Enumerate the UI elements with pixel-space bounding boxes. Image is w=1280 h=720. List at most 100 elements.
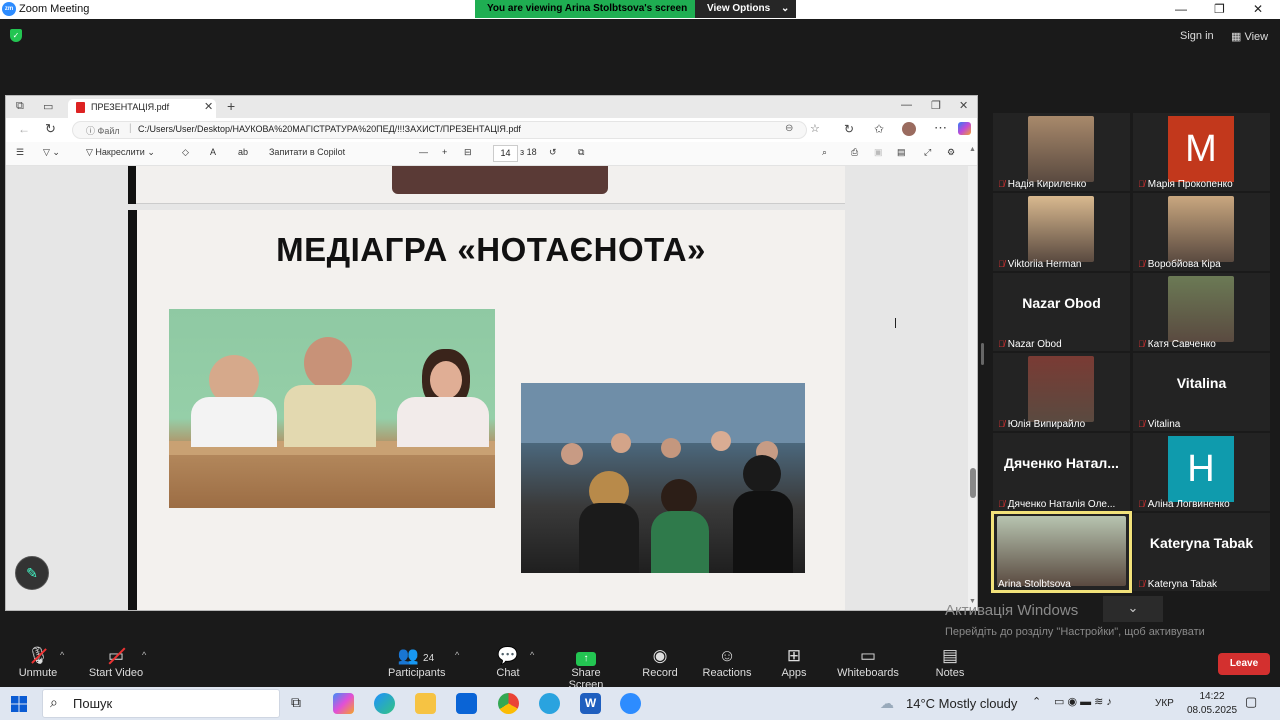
- outlook-icon[interactable]: [456, 693, 477, 714]
- view-options-button[interactable]: View Options ⌄: [695, 0, 796, 18]
- extensions-icon[interactable]: ↻: [844, 122, 854, 136]
- zoom-app-icon[interactable]: [620, 693, 641, 714]
- favorites-icon[interactable]: ✩: [874, 122, 884, 136]
- page-view-icon[interactable]: ⧉: [578, 147, 584, 158]
- favorite-star-icon[interactable]: ☆: [810, 122, 820, 135]
- highlight-icon[interactable]: ▽ ⌄: [43, 147, 60, 158]
- scroll-up-icon[interactable]: ▲: [969, 146, 976, 153]
- chrome-icon[interactable]: [498, 693, 519, 714]
- security-shield-icon[interactable]: ✓: [10, 29, 22, 42]
- profile-avatar[interactable]: [902, 122, 916, 136]
- weather-cloud-icon[interactable]: ☁: [880, 695, 894, 712]
- participant-tile[interactable]: Vitalina 🎙̸ Vitalina: [1133, 353, 1270, 431]
- pdf-scrollbar[interactable]: [968, 166, 977, 610]
- taskbar-clock[interactable]: 14:22 08.05.2025: [1187, 690, 1237, 718]
- reactions-button[interactable]: ☺ Reactions: [702, 645, 752, 679]
- gallery-collapse-button[interactable]: ⌄: [1103, 596, 1163, 622]
- sign-in-button[interactable]: Sign in: [1180, 30, 1214, 42]
- workspaces-icon[interactable]: ⧉: [16, 100, 24, 113]
- save-icon[interactable]: ▣: [874, 147, 883, 158]
- scroll-thumb[interactable]: [970, 468, 976, 498]
- leave-button[interactable]: Leave: [1218, 653, 1270, 675]
- zoom-in-icon[interactable]: +: [442, 147, 447, 157]
- chat-button[interactable]: 💬 Chat: [490, 645, 526, 679]
- unmute-button[interactable]: 🎙Unmute: [14, 645, 62, 679]
- tab-close-icon[interactable]: ✕: [204, 100, 213, 113]
- word-icon[interactable]: W: [580, 693, 601, 714]
- notes-button[interactable]: ▤ Notes: [932, 645, 968, 679]
- windows-start-icon[interactable]: [11, 696, 27, 712]
- share-screen-icon: ↑: [554, 645, 618, 667]
- participant-tile[interactable]: Kateryna Tabak 🎙̸ Kateryna Tabak: [1133, 513, 1270, 591]
- participants-button[interactable]: 👥 24 Participants: [388, 645, 445, 679]
- copilot-icon[interactable]: [958, 122, 971, 135]
- participant-tile[interactable]: M 🎙̸ Марія Прокопенко: [1133, 113, 1270, 191]
- mic-muted-icon: 🎙̸: [1138, 499, 1145, 509]
- browser-restore-icon[interactable]: ❐: [931, 99, 941, 112]
- tray-chevron-icon[interactable]: ⌃: [1032, 695, 1041, 708]
- participants-chevron-icon[interactable]: ^: [455, 650, 459, 660]
- record-button[interactable]: ◉ Record: [638, 645, 682, 679]
- minimize-icon[interactable]: —: [1175, 2, 1187, 16]
- copilot-app-icon[interactable]: [333, 693, 354, 714]
- zoom-out-icon[interactable]: —: [419, 147, 428, 157]
- fullscreen-icon[interactable]: ⤢: [924, 147, 931, 158]
- rotate-icon[interactable]: ↺: [549, 147, 557, 158]
- participant-display-name: Nazar Obod: [1022, 295, 1101, 311]
- save-as-icon[interactable]: ▤: [897, 147, 906, 158]
- tab-actions-icon[interactable]: ▭: [43, 100, 53, 113]
- participant-tile[interactable]: 🎙̸ Катя Савченко: [1133, 273, 1270, 351]
- contents-icon[interactable]: ☰: [16, 147, 24, 158]
- new-tab-icon[interactable]: +: [227, 98, 235, 114]
- task-view-icon[interactable]: ⧉: [291, 694, 301, 711]
- mic-muted-icon: 🎙̸: [998, 499, 1005, 509]
- maximize-icon[interactable]: ❐: [1214, 2, 1225, 16]
- participant-tile[interactable]: 🎙̸ Viktoriia Herman: [993, 193, 1130, 271]
- chat-chevron-icon[interactable]: ^: [530, 650, 534, 660]
- copilot-ask-button[interactable]: Запитати в Copilot: [269, 147, 345, 157]
- video-options-chevron-icon[interactable]: ^: [142, 650, 146, 660]
- telegram-icon[interactable]: [539, 693, 560, 714]
- print-icon[interactable]: ⎙: [851, 147, 858, 158]
- close-icon[interactable]: ✕: [1253, 2, 1263, 16]
- view-button[interactable]: ▦ View: [1231, 30, 1268, 43]
- share-screen-button[interactable]: ↑ Share Screen: [554, 645, 618, 691]
- edge-browser-icon[interactable]: [374, 693, 395, 714]
- whiteboards-button[interactable]: ▭ Whiteboards: [836, 645, 900, 679]
- audio-options-chevron-icon[interactable]: ^: [60, 650, 64, 660]
- refresh-icon[interactable]: ↻: [45, 121, 56, 137]
- apps-button[interactable]: ⊞ Apps: [776, 645, 812, 679]
- participant-tile[interactable]: H 🎙̸ Аліна Логвиненко: [1133, 433, 1270, 511]
- browser-close-icon[interactable]: ✕: [959, 99, 968, 112]
- translate-icon[interactable]: ab: [238, 147, 248, 157]
- participant-video: [1028, 196, 1094, 262]
- url-text[interactable]: C:/Users/User/Desktop/НАУКОВА%20МАГІСТРА…: [138, 124, 521, 134]
- tray-icons[interactable]: ▭ ◉ ▬ ≋ ♪: [1054, 695, 1112, 708]
- participant-tile[interactable]: 🎙̸ Юлія Випирайло: [993, 353, 1130, 431]
- notifications-icon[interactable]: ▢: [1245, 694, 1257, 710]
- draw-button[interactable]: ▽ Накреслити ⌄: [86, 147, 155, 158]
- start-video-button[interactable]: ▭Start Video: [88, 645, 144, 679]
- participant-tile[interactable]: Nazar Obod 🎙̸ Nazar Obod: [993, 273, 1130, 351]
- pdf-search-icon[interactable]: ⌕: [822, 147, 827, 158]
- back-arrow-icon[interactable]: ←: [18, 122, 30, 136]
- read-aloud-icon[interactable]: A: [210, 147, 216, 157]
- participant-tile[interactable]: Arina Stolbtsova: [991, 511, 1132, 593]
- zoom-page-icon[interactable]: ⊖: [785, 123, 793, 134]
- file-explorer-icon[interactable]: [415, 693, 436, 714]
- language-indicator[interactable]: УКР: [1155, 698, 1174, 709]
- eraser-icon[interactable]: ◇: [182, 147, 189, 158]
- chat-label: Chat: [496, 667, 520, 679]
- participant-tile[interactable]: 🎙̸ Воробйова Кіра: [1133, 193, 1270, 271]
- gallery-resize-handle[interactable]: [981, 343, 984, 365]
- participant-tile[interactable]: 🎙̸ Надія Кириленко: [993, 113, 1130, 191]
- settings-gear-icon[interactable]: ⚙: [947, 147, 955, 158]
- annotate-pen-button[interactable]: ✎: [15, 556, 49, 590]
- page-number-input[interactable]: 14: [493, 145, 518, 162]
- browser-minimize-icon[interactable]: —: [901, 99, 912, 111]
- fit-page-icon[interactable]: ⊟: [464, 147, 472, 158]
- activation-title: Активація Windows: [945, 602, 1079, 619]
- more-menu-icon[interactable]: ⋯: [934, 120, 947, 136]
- participant-tile[interactable]: Дяченко Натал... 🎙̸ Дяченко Наталія Оле...: [993, 433, 1130, 511]
- weather-text[interactable]: 14°C Mostly cloudy: [906, 696, 1017, 711]
